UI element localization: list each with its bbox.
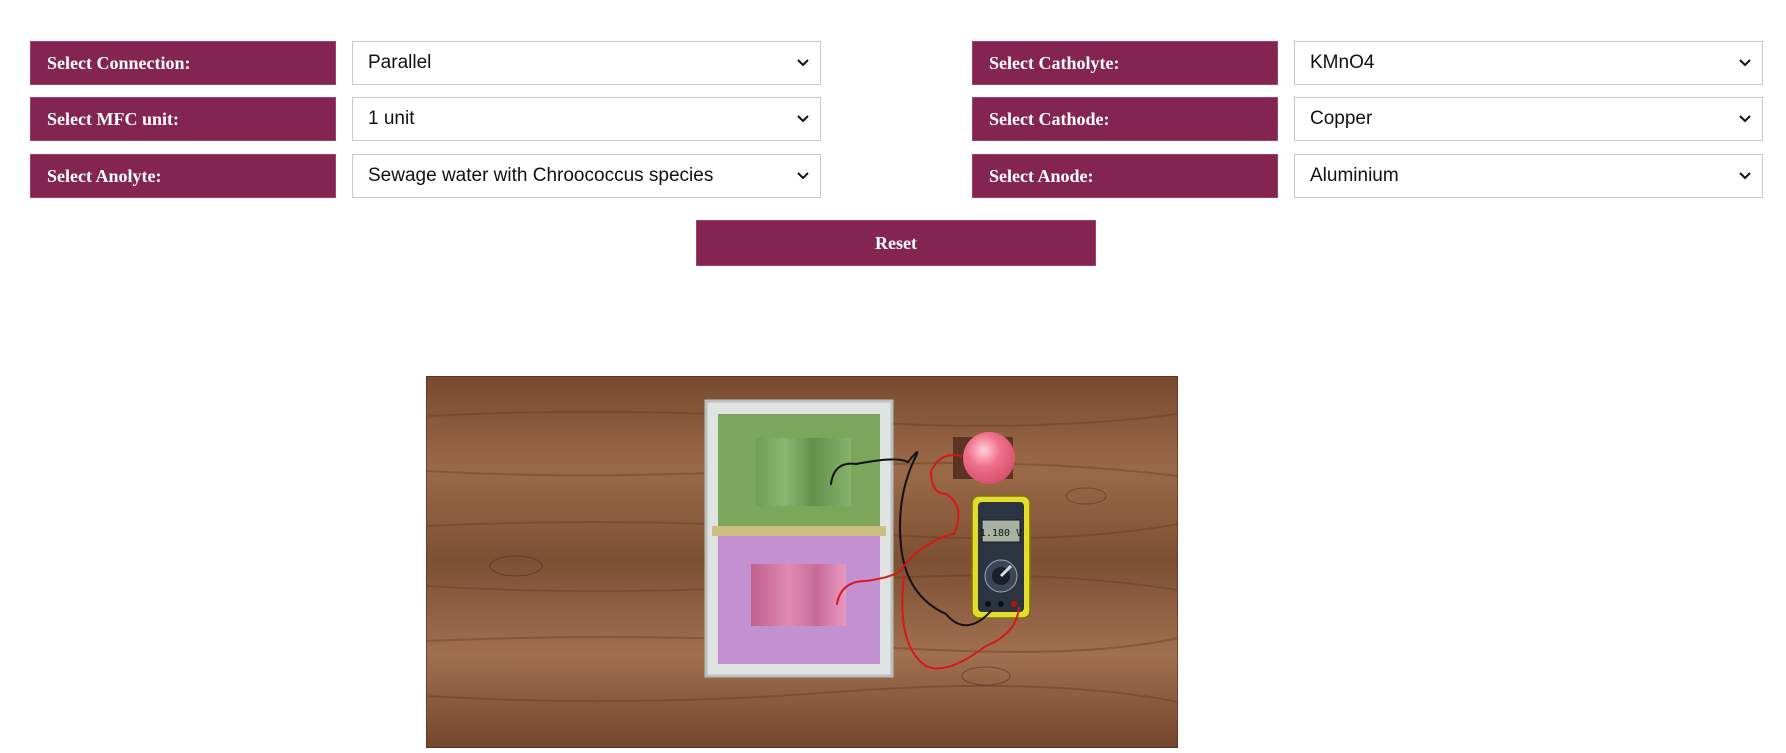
cathode-label: Select Cathode: — [972, 97, 1278, 141]
simulation-canvas: 1.180 V — [425, 375, 1179, 749]
chevron-down-icon — [1738, 169, 1752, 183]
anolyte-select-value: Sewage water with Chroococcus species — [368, 165, 714, 186]
anode-select-value: Aluminium — [1310, 165, 1399, 186]
anode-electrode — [756, 438, 851, 506]
chevron-down-icon — [796, 169, 810, 183]
cathode-select[interactable]: Copper — [1294, 97, 1763, 141]
chevron-down-icon — [1738, 112, 1752, 126]
catholyte-select-value: KMnO4 — [1310, 52, 1375, 73]
mfc-simulation-scene: 1.180 V — [425, 375, 1179, 749]
connection-select-value: Parallel — [368, 52, 432, 73]
anode-label: Select Anode: — [972, 154, 1278, 198]
chevron-down-icon — [796, 56, 810, 70]
mfc-unit-select-value: 1 unit — [368, 108, 415, 129]
connection-label: Select Connection: — [30, 41, 336, 85]
mfc-unit-label: Select MFC unit: — [30, 97, 336, 141]
anolyte-select[interactable]: Sewage water with Chroococcus species — [352, 154, 821, 198]
cathode-electrode — [751, 564, 846, 626]
catholyte-select[interactable]: KMnO4 — [1294, 41, 1763, 85]
reset-button[interactable]: Reset — [696, 220, 1096, 266]
anolyte-label: Select Anolyte: — [30, 154, 336, 198]
anode-select[interactable]: Aluminium — [1294, 154, 1763, 198]
connection-select[interactable]: Parallel — [352, 41, 821, 85]
catholyte-label: Select Catholyte: — [972, 41, 1278, 85]
chevron-down-icon — [1738, 56, 1752, 70]
multimeter-reading: 1.180 V — [980, 528, 1022, 539]
membrane — [712, 526, 886, 536]
chevron-down-icon — [796, 112, 810, 126]
mfc-unit-select[interactable]: 1 unit — [352, 97, 821, 141]
multimeter: 1.180 V — [971, 495, 1031, 619]
mfc-container — [704, 399, 894, 678]
bulb — [953, 432, 1015, 484]
cathode-select-value: Copper — [1310, 108, 1373, 129]
